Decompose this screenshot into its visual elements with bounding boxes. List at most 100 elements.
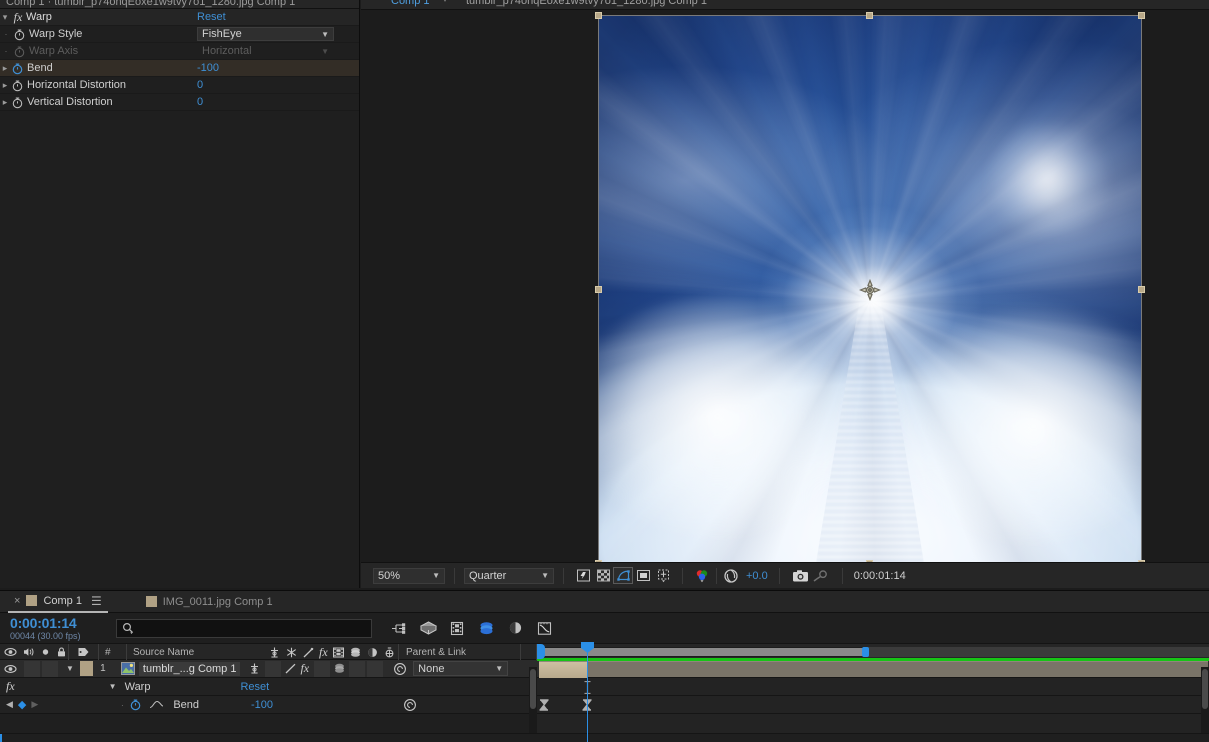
parent-pickwhip-icon[interactable] (393, 662, 407, 676)
layer-adjustment-toggle[interactable] (349, 660, 366, 677)
handle-top-center[interactable] (866, 12, 873, 19)
layer-video-eye-icon[interactable] (4, 663, 17, 675)
layer-shy-icon[interactable] (248, 662, 261, 675)
search-field[interactable] (138, 622, 366, 634)
timeline-graph-area[interactable] (537, 644, 1209, 734)
layer-solo-toggle[interactable] (42, 660, 58, 677)
parent-and-link-header[interactable]: Parent & Link (406, 647, 466, 658)
layer-3d-toggle[interactable] (367, 660, 384, 677)
playhead[interactable] (581, 642, 594, 742)
stopwatch-icon-bend[interactable] (11, 62, 24, 75)
next-keyframe-icon[interactable]: ▶ (31, 699, 38, 710)
resolution-dropdown[interactable]: Quarter ▼ (464, 567, 554, 584)
bend-value[interactable]: -100 (197, 62, 219, 74)
property-value-bend-timeline[interactable]: -100 (251, 699, 273, 711)
anchor-point-icon[interactable] (858, 278, 882, 302)
exposure-value[interactable]: +0.0 (746, 570, 768, 582)
horizontal-distortion-twirl-icon[interactable]: ▸ (0, 80, 10, 91)
3d-layer-icon[interactable] (383, 646, 396, 659)
frame-blending-icon[interactable] (476, 618, 496, 638)
property-row-bend[interactable]: ▸ Bend -100 (0, 60, 359, 77)
search-input[interactable] (116, 618, 372, 638)
viewer-timecode[interactable]: 0:00:01:14 (854, 570, 906, 582)
hide-shy-layers-icon[interactable] (447, 618, 467, 638)
layer-collapse-toggle[interactable] (265, 660, 282, 677)
table-row-layer-1[interactable]: ▼ 1 tumblr_...g Comp 1 fx None ▼ (0, 660, 537, 678)
scrollbar-thumb[interactable] (1202, 669, 1208, 709)
property-row-horizontal-distortion[interactable]: ▸ Horizontal Distortion 0 (0, 77, 359, 94)
table-row-effect-warp[interactable]: fx ▼ Warp Reset (0, 678, 537, 696)
timeline-timecode-group[interactable]: 0:00:01:14 00044 (30.00 fps) (10, 615, 110, 641)
toggle-mask-shape-visibility-icon[interactable] (613, 567, 633, 584)
effect-reset-button[interactable]: Reset (197, 11, 226, 23)
effect-track-row[interactable] (537, 678, 1209, 696)
work-area-end-handle[interactable] (862, 647, 869, 657)
work-area-bar[interactable] (537, 647, 1209, 657)
scrollbar-thumb[interactable] (530, 669, 536, 709)
composition-frame[interactable] (595, 12, 1145, 567)
layer-fx-toggle-icon[interactable]: fx (300, 661, 309, 676)
timeline-tab-comp1[interactable]: × Comp 1 ☰ (8, 591, 108, 613)
stopwatch-icon-bend-timeline[interactable] (129, 698, 142, 711)
collapse-transformations-icon[interactable] (285, 646, 298, 659)
timeline-left-scrollbar[interactable] (529, 667, 537, 733)
timeline-right-scrollbar[interactable] (1201, 667, 1209, 733)
channel-rgb-icon[interactable] (692, 567, 712, 584)
shy-layer-icon[interactable] (268, 646, 281, 659)
keyframe-ease-1[interactable] (539, 699, 549, 711)
source-name-header[interactable]: Source Name (133, 647, 194, 658)
layer-motion-blur-icon[interactable] (333, 662, 346, 675)
stopwatch-icon-horizontal-distortion[interactable] (11, 79, 24, 92)
take-snapshot-icon[interactable] (791, 567, 811, 584)
property-pickwhip-icon[interactable] (403, 698, 417, 712)
layer-duration-bar[interactable] (539, 661, 1208, 678)
lock-icon[interactable] (56, 646, 67, 658)
exposure-icon[interactable] (721, 567, 741, 584)
table-row-property-bend[interactable]: ◀ ◆ ▶ · Bend -100 (0, 696, 537, 714)
label-tag-icon[interactable] (77, 646, 90, 658)
handle-top-left[interactable] (595, 12, 602, 19)
effect-header-warp[interactable]: ▾ fx Warp Reset (0, 9, 359, 26)
effect-group-reset-button[interactable]: Reset (240, 681, 269, 693)
effect-controls-tabbar[interactable]: Comp 1 · tumblr_p74ohqEoxe1w9tvy7o1_1280… (0, 0, 359, 9)
panel-menu-icon[interactable]: ☰ (91, 594, 102, 608)
timeline-tab-img0011[interactable]: IMG_0011.jpg Comp 1 (140, 591, 279, 613)
property-row-warp-axis[interactable]: · Warp Axis Horizontal ▼ (0, 43, 359, 60)
vertical-distortion-twirl-icon[interactable]: ▸ (0, 97, 10, 108)
close-icon[interactable]: × (14, 595, 20, 607)
motion-blur-icon[interactable] (505, 618, 525, 638)
effect-controls-tab-label[interactable]: Comp 1 · tumblr_p74ohqEoxe1w9tvy7o1_1280… (6, 0, 295, 8)
layer-audio-toggle[interactable] (24, 660, 40, 677)
parent-dropdown[interactable]: None ▼ (413, 661, 509, 676)
video-eye-icon[interactable] (4, 646, 17, 658)
motion-blur-column-icon[interactable] (349, 646, 362, 659)
layer-quality-icon[interactable] (284, 662, 297, 675)
solo-icon[interactable] (40, 646, 51, 658)
transparency-grid-icon[interactable] (593, 567, 613, 584)
vertical-distortion-value[interactable]: 0 (197, 96, 203, 108)
stopwatch-icon-vertical-distortion[interactable] (11, 96, 24, 109)
quality-icon[interactable] (302, 646, 315, 659)
horizontal-distortion-value[interactable]: 0 (197, 79, 203, 91)
layer-label-color[interactable] (79, 661, 93, 676)
property-row-vertical-distortion[interactable]: ▸ Vertical Distortion 0 (0, 94, 359, 111)
layer-lock-chevron-icon[interactable]: ▼ (66, 664, 74, 673)
viewer-tab-secondary[interactable]: tumblr_p74ohqEoxe1w9tvy7o1_1280.jpg Comp… (466, 0, 707, 7)
previous-keyframe-icon[interactable]: ◀ (6, 699, 13, 710)
adjustment-layer-icon[interactable] (366, 646, 379, 659)
viewer-tab-comp1[interactable]: Comp 1 (391, 0, 430, 7)
draft-3d-icon[interactable] (418, 618, 438, 638)
effect-twirl-icon[interactable]: ▾ (0, 12, 10, 23)
stopwatch-icon-warp-style[interactable] (13, 28, 26, 41)
layer-frameblend-toggle[interactable] (314, 660, 331, 677)
show-snapshot-icon[interactable] (811, 567, 831, 584)
keyframe-toggle-icon[interactable]: ◆ (18, 698, 26, 711)
property-row-warp-style[interactable]: · Warp Style FishEye ▼ (0, 26, 359, 43)
warp-style-dropdown[interactable]: FishEye ▼ (197, 27, 334, 41)
effects-fx-icon[interactable]: fx (319, 645, 328, 660)
graph-editor-property-icon[interactable] (149, 698, 164, 711)
toggle-view-layout-icon[interactable] (633, 567, 653, 584)
handle-middle-left[interactable] (595, 286, 602, 293)
viewer-canvas[interactable] (361, 10, 1209, 567)
viewer-tab-chevron-icon[interactable]: ▾ (443, 0, 447, 4)
